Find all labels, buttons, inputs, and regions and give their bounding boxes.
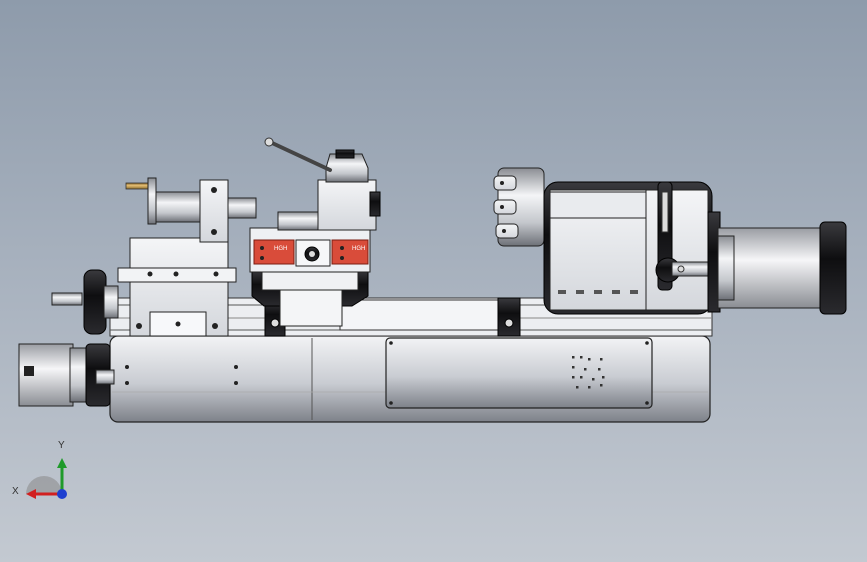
z-axis-dot-icon — [57, 489, 67, 499]
lathe-model[interactable]: HGH HGH — [0, 0, 867, 562]
rail-block-label-left: HGH — [274, 246, 287, 252]
front-access-panel[interactable] — [385, 337, 653, 409]
axis-triad: X Y — [10, 436, 80, 506]
handwheel-icon[interactable] — [51, 269, 119, 335]
compound-rest[interactable] — [277, 179, 381, 231]
spindle-motor[interactable] — [707, 211, 847, 315]
headstock-housing[interactable] — [543, 181, 713, 315]
x-axis-label: X — [12, 486, 19, 497]
rail-clamp-right[interactable] — [497, 297, 521, 337]
y-axis-label: Y — [58, 440, 65, 451]
feed-stepper-motor[interactable] — [18, 343, 115, 407]
tailstock-body[interactable] — [117, 237, 237, 337]
chuck-icon[interactable] — [493, 167, 545, 247]
cross-slide-block[interactable]: HGH HGH — [249, 227, 371, 273]
rail-block-label-right: HGH — [352, 246, 365, 252]
triad-plane-icon — [26, 476, 62, 494]
tool-post[interactable] — [264, 137, 369, 183]
cad-viewport[interactable]: HGH HGH X Y — [0, 0, 867, 562]
tailstock-quill[interactable] — [125, 177, 257, 243]
